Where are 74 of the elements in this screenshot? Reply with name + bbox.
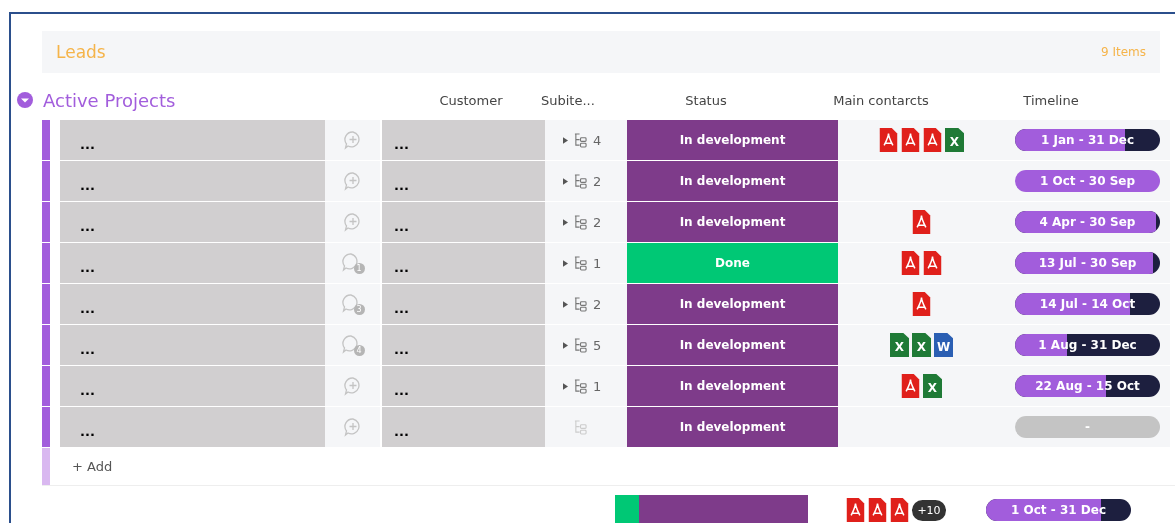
pdf-file-icon[interactable] — [868, 498, 888, 522]
item-name-cell[interactable]: ... — [60, 243, 325, 283]
pdf-file-icon[interactable] — [901, 374, 920, 398]
customer-cell[interactable]: ... — [382, 243, 545, 283]
subitems-icon[interactable] — [574, 173, 587, 189]
item-name-cell[interactable]: ... — [60, 366, 325, 406]
item-name-cell[interactable]: ... — [60, 407, 325, 447]
subitem-count: 4 — [593, 132, 602, 148]
group-title: Leads — [56, 42, 106, 62]
subitem-count: 2 — [593, 214, 602, 230]
subitem-count: 2 — [593, 173, 602, 189]
subitems-icon[interactable] — [574, 255, 587, 271]
column-header[interactable]: Main contarcts — [796, 92, 966, 108]
status-label[interactable]: In development — [627, 202, 838, 242]
subitem-count: 1 — [593, 378, 602, 394]
item-name-cell[interactable]: ... — [60, 284, 325, 324]
customer-cell[interactable]: ... — [382, 202, 545, 242]
expand-icon[interactable] — [563, 300, 568, 308]
customer-cell[interactable]: ... — [382, 284, 545, 324]
document-file-icon[interactable]: W — [934, 333, 953, 357]
pdf-file-icon[interactable] — [912, 292, 931, 316]
pdf-file-icon[interactable] — [912, 210, 931, 234]
subitems-icon[interactable] — [574, 378, 587, 394]
status-label[interactable]: In development — [627, 120, 838, 160]
customer-cell[interactable]: ... — [382, 120, 545, 160]
collapse-icon[interactable] — [16, 91, 34, 109]
customer-cell[interactable]: ... — [382, 407, 545, 447]
status-label[interactable]: In development — [627, 325, 838, 365]
status-label[interactable]: In development — [627, 161, 838, 201]
timeline-bar[interactable]: 13 Jul - 30 Sep — [1015, 252, 1160, 274]
status-label[interactable]: In development — [627, 407, 838, 447]
pdf-file-icon[interactable] — [901, 251, 920, 275]
expand-icon[interactable] — [563, 259, 568, 267]
expand-icon[interactable] — [563, 341, 568, 349]
item-name-cell[interactable]: ... — [60, 161, 325, 201]
item-name-cell[interactable]: ... — [60, 325, 325, 365]
customer-cell[interactable]: ... — [382, 161, 545, 201]
timeline-bar[interactable]: 1 Oct - 30 Sep — [1015, 170, 1160, 192]
item-name-cell[interactable]: ... — [60, 120, 325, 160]
column-header[interactable]: Customer — [411, 92, 531, 108]
spreadsheet-file-icon[interactable]: X — [945, 128, 964, 152]
pdf-file-icon[interactable] — [890, 498, 910, 522]
status-label[interactable]: In development — [627, 366, 838, 406]
pdf-file-icon[interactable] — [901, 128, 920, 152]
subitems-icon[interactable] — [574, 214, 587, 230]
customer-cell[interactable]: ... — [382, 366, 545, 406]
subitem-count: 5 — [593, 337, 602, 353]
subitem-count: 2 — [593, 296, 602, 312]
item-name-cell[interactable]: ... — [60, 202, 325, 242]
spreadsheet-file-icon[interactable]: X — [890, 333, 909, 357]
expand-icon[interactable] — [563, 382, 568, 390]
spreadsheet-file-icon[interactable]: X — [912, 333, 931, 357]
subitems-icon[interactable] — [574, 337, 587, 353]
expand-icon[interactable] — [563, 177, 568, 185]
subitem-count: 1 — [593, 255, 602, 271]
column-header[interactable]: Subite... — [541, 92, 621, 108]
customer-cell[interactable]: ... — [382, 325, 545, 365]
column-header[interactable]: Timeline — [971, 92, 1131, 108]
item-count: 9 Items — [1100, 45, 1146, 59]
pdf-file-icon[interactable] — [879, 128, 898, 152]
add-item-button[interactable]: + Add — [72, 459, 113, 474]
timeline-bar[interactable]: 4 Apr - 30 Sep — [1015, 211, 1160, 233]
group-title: Active Projects — [43, 89, 176, 111]
pdf-file-icon[interactable] — [846, 498, 866, 522]
pdf-file-icon[interactable] — [923, 128, 942, 152]
more-count-badge[interactable]: +10 — [912, 499, 946, 521]
pdf-file-icon[interactable] — [923, 251, 942, 275]
expand-icon[interactable] — [563, 218, 568, 226]
status-label[interactable]: In development — [627, 284, 838, 324]
spreadsheet-file-icon[interactable]: X — [923, 374, 942, 398]
subitems-icon[interactable] — [574, 132, 587, 148]
expand-icon[interactable] — [563, 136, 568, 144]
subitems-icon[interactable] — [574, 296, 587, 312]
column-header[interactable]: Status — [621, 92, 791, 108]
